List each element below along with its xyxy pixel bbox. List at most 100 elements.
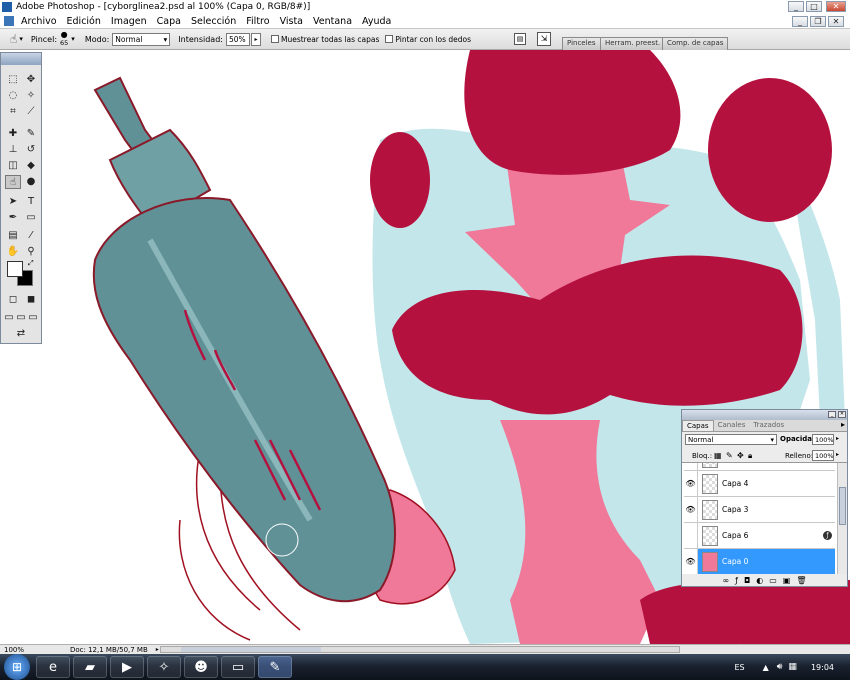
tab-canales[interactable]: Canales [714, 420, 750, 431]
zoom-tool-icon[interactable]: ⚲ [23, 245, 39, 259]
layers-scrollbar[interactable] [837, 463, 847, 574]
screen-mode-standard-icon[interactable]: ▭ [3, 311, 15, 325]
opacity-arrow-icon[interactable]: ▸ [836, 435, 839, 442]
eye-icon[interactable]: 👁︎ [684, 470, 698, 497]
eraser-tool-icon[interactable]: ◫ [5, 159, 21, 173]
lock-all-icon[interactable]: 🔒︎ [748, 451, 752, 461]
window-preview-icon[interactable]: ▭ [221, 656, 255, 678]
lock-pixels-icon[interactable]: ✎ [726, 451, 733, 460]
lock-transparency-icon[interactable]: ▦ [714, 451, 722, 460]
maximize-button[interactable]: □ [806, 1, 822, 12]
fill-arrow-icon[interactable]: ▸ [836, 451, 839, 458]
mode-select[interactable]: Normal ▾ [112, 32, 171, 46]
layer-row-capa-3[interactable]: 👁︎ Capa 3 [684, 496, 835, 523]
menu-ayuda[interactable]: Ayuda [357, 16, 396, 27]
foreground-color-swatch[interactable] [7, 261, 23, 277]
volume-icon[interactable]: 🔊︎ [777, 662, 783, 672]
tab-pinceles[interactable]: Pinceles [562, 37, 601, 50]
explorer-folder-icon[interactable]: ▰ [73, 656, 107, 678]
panel-close-icon[interactable]: ✕ [838, 411, 846, 418]
sample-all-checkbox[interactable]: Muestrear todas las capas [270, 35, 379, 44]
intensity-input[interactable]: 50% [225, 32, 250, 46]
scrollbar-thumb[interactable] [181, 647, 321, 652]
standard-mode-icon[interactable]: ◻ [5, 293, 21, 307]
layer-style-icon[interactable]: ƒ [735, 576, 738, 585]
menu-archivo[interactable]: Archivo [16, 16, 62, 27]
menu-seleccion[interactable]: Selección [186, 16, 241, 27]
network-icon[interactable]: ▦ [788, 662, 797, 672]
status-arrow-icon[interactable]: ▸ [156, 646, 159, 653]
app-launcher-icon[interactable]: ✧ [147, 656, 181, 678]
lasso-tool-icon[interactable]: ◌ [5, 89, 21, 103]
paint-bucket-icon[interactable]: ◆ [23, 159, 39, 173]
add-mask-icon[interactable]: ◘ [744, 576, 750, 585]
history-brush-icon[interactable]: ↺ [23, 143, 39, 157]
link-layers-icon[interactable]: ∞ [722, 576, 729, 585]
lock-position-icon[interactable]: ✥ [737, 451, 744, 460]
eyedropper-icon[interactable]: ⁄ [23, 229, 39, 243]
document-icon[interactable] [4, 16, 14, 26]
screen-mode-menus-icon[interactable]: ▭ [15, 311, 27, 325]
messenger-icon[interactable]: ☻ [184, 656, 218, 678]
internet-explorer-icon[interactable]: e [36, 656, 70, 678]
fill-input[interactable]: 100% [812, 450, 834, 461]
opacity-input[interactable]: 100% [812, 434, 834, 445]
menu-edicion[interactable]: Edición [62, 16, 106, 27]
adjustment-layer-icon[interactable]: ◐ [756, 576, 763, 585]
menu-imagen[interactable]: Imagen [106, 16, 152, 27]
layers-panel-header[interactable]: _ ✕ [682, 410, 847, 420]
intensity-slider-button[interactable]: ▸ [250, 32, 261, 46]
swap-colors-icon[interactable]: ⤢ [28, 259, 34, 268]
delete-layer-icon[interactable]: 🗑︎ [796, 576, 806, 585]
shape-tool-icon[interactable]: ▭ [23, 211, 39, 225]
media-player-icon[interactable]: ▶ [110, 656, 144, 678]
start-button-icon[interactable]: ⊞ [4, 654, 30, 680]
smudge-tool-preset-icon[interactable]: ☝ [10, 32, 17, 46]
crop-tool-icon[interactable]: ⌗ [5, 105, 21, 119]
clone-stamp-icon[interactable]: ⊥ [5, 143, 21, 157]
panel-minimize-icon[interactable]: _ [828, 411, 836, 418]
scrollbar-thumb[interactable] [839, 487, 846, 525]
brush-picker[interactable]: ● 65 [60, 31, 68, 48]
hand-tool-icon[interactable]: ✋ [5, 245, 21, 259]
close-button[interactable]: ✕ [826, 1, 846, 12]
brush-dropdown-icon[interactable]: ▾ [71, 35, 75, 43]
brush-tool-icon[interactable]: ✎ [23, 127, 39, 141]
layer-visibility-empty-icon[interactable] [684, 522, 698, 549]
finger-paint-checkbox[interactable]: Pintar con los dedos [385, 35, 471, 44]
notes-tool-icon[interactable]: ▤ [5, 229, 21, 243]
dodge-tool-icon[interactable]: ● [23, 175, 39, 189]
pen-tool-icon[interactable]: ✒ [5, 211, 21, 225]
menu-capa[interactable]: Capa [152, 16, 186, 27]
jump-to-imageready-icon[interactable]: ⇄ [5, 327, 37, 341]
minimize-button[interactable]: _ [788, 1, 804, 12]
tab-trazados[interactable]: Trazados [749, 420, 788, 431]
marquee-tool-icon[interactable]: ⬚ [5, 73, 21, 87]
doc-restore-button[interactable]: ❐ [810, 16, 826, 27]
language-indicator[interactable]: ES [734, 663, 744, 672]
healing-brush-icon[interactable]: ✚ [5, 127, 21, 141]
menu-vista[interactable]: Vista [275, 16, 308, 27]
doc-close-button[interactable]: ✕ [828, 16, 844, 27]
eye-icon[interactable]: 👁︎ [684, 548, 698, 574]
layer-row-capa-0[interactable]: 👁︎ Capa 0 [684, 548, 835, 574]
file-browser-icon[interactable]: ▤ [514, 33, 526, 45]
tab-comp-de-capas[interactable]: Comp. de capas [662, 37, 729, 50]
new-layer-icon[interactable]: ▣ [783, 576, 791, 585]
layer-row-capa-4[interactable]: 👁︎ Capa 4 [684, 470, 835, 497]
layer-visibility-icon[interactable] [684, 463, 698, 471]
zoom-level[interactable]: 100% [4, 646, 34, 654]
horizontal-scrollbar[interactable] [160, 646, 680, 653]
tab-herram-preest[interactable]: Herram. preest. [600, 37, 666, 50]
clock[interactable]: 19:04 [811, 663, 834, 672]
tray-arrow-icon[interactable]: ▲ [763, 663, 769, 672]
tab-capas[interactable]: Capas [682, 420, 714, 431]
path-selection-icon[interactable]: ➤ [5, 195, 21, 209]
move-tool-icon[interactable]: ✥ [23, 73, 39, 87]
photoshop-task-icon[interactable]: ✎ [258, 656, 292, 678]
smudge-tool-icon[interactable]: ☝ [5, 175, 21, 189]
magic-wand-icon[interactable]: ✧ [23, 89, 39, 103]
doc-minimize-button[interactable]: _ [792, 16, 808, 27]
preset-dropdown-icon[interactable]: ▾ [19, 35, 23, 43]
blend-mode-select[interactable]: Normal ▾ [685, 434, 777, 445]
